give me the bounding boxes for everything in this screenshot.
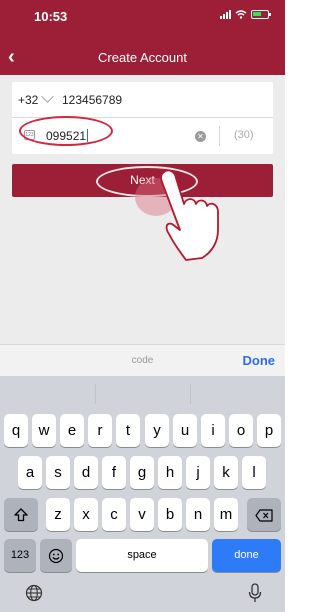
app-screen: 10:53 ‹ Create Account +32 123456789 123… — [0, 0, 285, 612]
shift-icon — [14, 508, 28, 522]
emoji-icon — [48, 548, 64, 564]
status-icons — [220, 10, 271, 19]
key-n[interactable]: n — [186, 498, 210, 531]
backspace-key[interactable] — [247, 498, 281, 531]
backspace-icon — [255, 508, 273, 522]
chevron-down-icon[interactable] — [41, 90, 54, 103]
key-d[interactable]: d — [74, 456, 98, 489]
key-p[interactable]: p — [257, 414, 281, 447]
key-r[interactable]: r — [88, 414, 112, 447]
key-q[interactable]: q — [4, 414, 28, 447]
prediction-divider — [190, 384, 191, 404]
key-k[interactable]: k — [214, 456, 238, 489]
key-g[interactable]: g — [130, 456, 154, 489]
key-b[interactable]: b — [158, 498, 182, 531]
key-y[interactable]: y — [145, 414, 169, 447]
key-t[interactable]: t — [116, 414, 140, 447]
phone-row: +32 123456789 — [12, 82, 273, 118]
country-code-select[interactable]: +32 — [18, 93, 38, 107]
globe-icon[interactable] — [25, 584, 43, 602]
key-c[interactable]: c — [102, 498, 126, 531]
done-button[interactable]: Done — [243, 353, 276, 368]
key-s[interactable]: s — [46, 456, 70, 489]
key-f[interactable]: f — [102, 456, 126, 489]
microphone-icon[interactable] — [248, 583, 262, 603]
highlight-ring-code — [19, 116, 113, 146]
signal-icon — [220, 10, 231, 19]
key-v[interactable]: v — [130, 498, 154, 531]
key-j[interactable]: j — [186, 456, 210, 489]
space-key[interactable]: space — [76, 539, 208, 572]
numbers-key[interactable]: 123 — [4, 539, 36, 572]
emoji-key[interactable] — [40, 539, 72, 572]
clear-icon[interactable]: ✕ — [195, 131, 206, 142]
prediction-divider — [95, 384, 96, 404]
app-header: 10:53 ‹ Create Account — [0, 0, 285, 75]
key-w[interactable]: w — [32, 414, 56, 447]
battery-icon — [251, 10, 271, 19]
key-u[interactable]: u — [173, 414, 197, 447]
status-time: 10:53 — [34, 9, 68, 24]
divider — [219, 126, 220, 146]
shift-key[interactable] — [4, 498, 38, 531]
key-z[interactable]: z — [46, 498, 70, 531]
key-m[interactable]: m — [214, 498, 238, 531]
key-x[interactable]: x — [74, 498, 98, 531]
pointing-hand-icon — [160, 169, 219, 261]
keyboard: q w e r t y u i o p a s d f g h j k l z … — [0, 376, 285, 612]
key-l[interactable]: l — [242, 456, 266, 489]
keyboard-accessory-bar: code Done — [0, 344, 285, 376]
wifi-icon — [235, 10, 247, 19]
key-i[interactable]: i — [201, 414, 225, 447]
resend-countdown: (30) — [234, 129, 254, 141]
key-h[interactable]: h — [158, 456, 182, 489]
page-title: Create Account — [98, 50, 187, 65]
key-a[interactable]: a — [18, 456, 42, 489]
key-e[interactable]: e — [60, 414, 84, 447]
phone-number-field[interactable]: 123456789 — [62, 93, 122, 107]
return-key[interactable]: done — [212, 539, 281, 572]
key-o[interactable]: o — [229, 414, 253, 447]
